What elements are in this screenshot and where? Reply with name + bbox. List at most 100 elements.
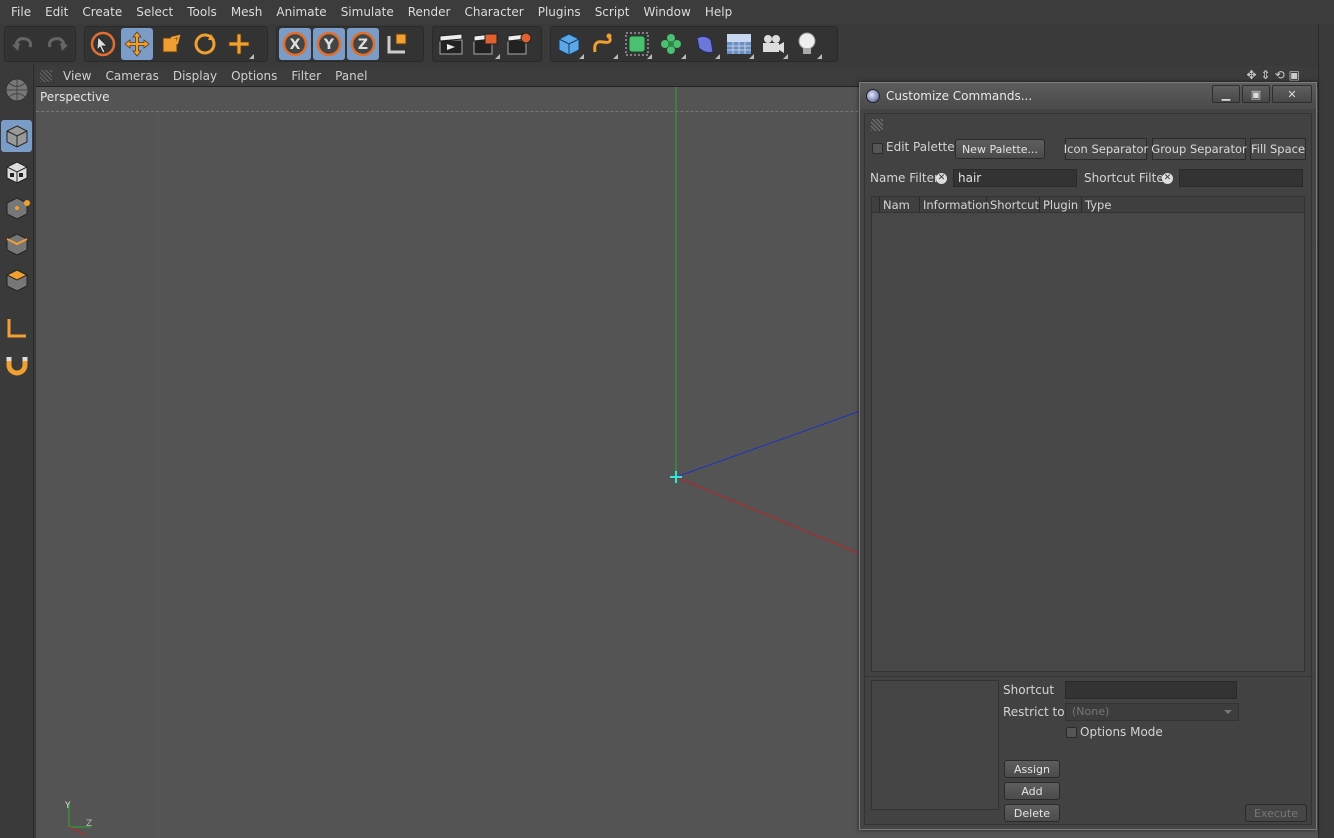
model-mode-button[interactable] <box>1 120 32 152</box>
edit-palettes-checkbox[interactable] <box>872 143 883 154</box>
viewport-menu-options[interactable]: Options <box>224 69 284 83</box>
edges-mode-button[interactable] <box>1 228 32 260</box>
pan-view-icon[interactable]: ✥ <box>1246 68 1256 82</box>
edges-cube-icon <box>6 233 27 256</box>
name-filter-input[interactable]: hair <box>953 169 1077 187</box>
axis-mode-button[interactable] <box>1 312 32 344</box>
menu-window[interactable]: Window <box>637 0 698 24</box>
chevron-down-icon <box>1224 710 1232 714</box>
points-cube-icon <box>6 197 30 220</box>
coordinate-system-button[interactable] <box>381 28 413 60</box>
menu-simulate[interactable]: Simulate <box>334 0 401 24</box>
light-button[interactable] <box>791 28 823 60</box>
viewport-menu-cameras[interactable]: Cameras <box>98 69 165 83</box>
menu-help[interactable]: Help <box>698 0 739 24</box>
maximize-button[interactable]: ▣ <box>1242 85 1270 103</box>
menu-tools[interactable]: Tools <box>180 0 224 24</box>
shortcut-label: Shortcut <box>1003 683 1055 697</box>
rotate-view-icon[interactable]: ⟲ <box>1275 68 1285 82</box>
edit-palettes-label: Edit Palettes <box>886 140 961 154</box>
scale-tool-button[interactable] <box>155 28 187 60</box>
menu-select[interactable]: Select <box>129 0 180 24</box>
new-palette-button[interactable]: New Palette... <box>955 139 1045 159</box>
move-tool-button[interactable] <box>121 28 153 60</box>
render-view-button[interactable] <box>435 28 467 60</box>
column-plugin[interactable]: Plugin <box>1040 197 1082 212</box>
make-editable-button[interactable] <box>1 74 32 106</box>
svg-text:Z: Z <box>358 37 368 53</box>
menu-animate[interactable]: Animate <box>269 0 333 24</box>
viewport-menu-filter[interactable]: Filter <box>284 69 328 83</box>
dialog-grip-icon[interactable] <box>871 119 883 131</box>
render-settings-button[interactable] <box>503 28 535 60</box>
column-type[interactable]: Type <box>1082 197 1112 212</box>
dolly-view-icon[interactable]: ⇕ <box>1261 68 1271 82</box>
viewport-menu-view[interactable]: View <box>56 69 98 83</box>
select-arrow-icon <box>90 31 116 57</box>
menu-plugins[interactable]: Plugins <box>531 0 588 24</box>
viewport-grip-icon[interactable] <box>40 70 52 82</box>
menu-edit[interactable]: Edit <box>38 0 75 24</box>
shortcut-input[interactable] <box>1065 681 1237 699</box>
rotate-tool-button[interactable] <box>189 28 221 60</box>
origin-marker <box>670 471 682 483</box>
redo-button[interactable] <box>41 28 73 60</box>
cloner-button[interactable] <box>655 28 687 60</box>
assign-button[interactable]: Assign <box>1004 760 1060 778</box>
cube-button[interactable] <box>553 28 585 60</box>
y-axis-lock-button[interactable]: Y <box>313 28 345 60</box>
camera-button[interactable] <box>757 28 789 60</box>
close-button[interactable]: ✕ <box>1272 85 1312 103</box>
fill-space-button[interactable]: Fill Space <box>1250 138 1306 160</box>
undo-button[interactable] <box>7 28 39 60</box>
magnet-icon <box>6 357 27 376</box>
texture-mode-button[interactable] <box>1 156 32 188</box>
live-selection-button[interactable] <box>87 28 119 60</box>
toggle-layout-icon[interactable]: ▣ <box>1289 68 1300 82</box>
menu-script[interactable]: Script <box>588 0 637 24</box>
points-mode-button[interactable] <box>1 192 32 224</box>
coordinate-system-icon <box>387 33 407 54</box>
viewport-menu-display[interactable]: Display <box>166 69 224 83</box>
column-name[interactable]: Nam <box>880 197 920 212</box>
recent-tool-button[interactable] <box>223 28 255 60</box>
app-logo-icon <box>866 89 880 103</box>
add-button[interactable]: Add <box>1004 782 1060 800</box>
clear-name-filter-icon[interactable]: ✕ <box>936 173 947 184</box>
column-information[interactable]: Information <box>920 197 990 212</box>
floor-button[interactable] <box>723 28 755 60</box>
subdivision-surface-button[interactable] <box>621 28 653 60</box>
shortcut-filter-input[interactable] <box>1179 169 1303 187</box>
deformer-button[interactable] <box>689 28 721 60</box>
dialog-titlebar[interactable]: Customize Commands... ▁ ▣ ✕ <box>860 83 1316 109</box>
menu-create[interactable]: Create <box>75 0 129 24</box>
execute-button[interactable]: Execute <box>1245 804 1307 822</box>
right-panel-strip <box>1318 24 1334 838</box>
column-shortcut[interactable]: Shortcut <box>987 197 1040 212</box>
x-axis-icon: X <box>282 31 308 57</box>
dialog-title: Customize Commands... <box>886 89 1033 103</box>
spline-pen-button[interactable] <box>587 28 619 60</box>
x-axis-lock-button[interactable]: X <box>279 28 311 60</box>
viewport-menu-panel[interactable]: Panel <box>328 69 374 83</box>
minimize-button[interactable]: ▁ <box>1212 85 1240 103</box>
render-picture-viewer-button[interactable] <box>469 28 501 60</box>
model-cube-icon <box>6 125 27 148</box>
transform-tools-group <box>84 26 268 62</box>
z-axis-lock-button[interactable]: Z <box>347 28 379 60</box>
options-mode-checkbox[interactable] <box>1066 727 1077 738</box>
polygons-mode-button[interactable] <box>1 264 32 296</box>
menu-file[interactable]: File <box>4 0 38 24</box>
commands-list[interactable]: Nam Information Shortcut Plugin Type <box>871 196 1305 672</box>
svg-text:X: X <box>290 37 301 53</box>
delete-button[interactable]: Delete <box>1004 804 1060 822</box>
icon-separator-button[interactable]: Icon Separator <box>1064 138 1148 160</box>
menu-mesh[interactable]: Mesh <box>224 0 270 24</box>
clear-shortcut-filter-icon[interactable]: ✕ <box>1162 173 1173 184</box>
menu-character[interactable]: Character <box>457 0 530 24</box>
restrict-to-dropdown[interactable]: (None) <box>1065 703 1239 721</box>
customize-commands-dialog: Customize Commands... ▁ ▣ ✕ Edit Palette… <box>859 82 1317 830</box>
group-separator-button[interactable]: Group Separator <box>1151 138 1247 160</box>
snapping-button[interactable] <box>1 348 32 380</box>
menu-render[interactable]: Render <box>401 0 458 24</box>
